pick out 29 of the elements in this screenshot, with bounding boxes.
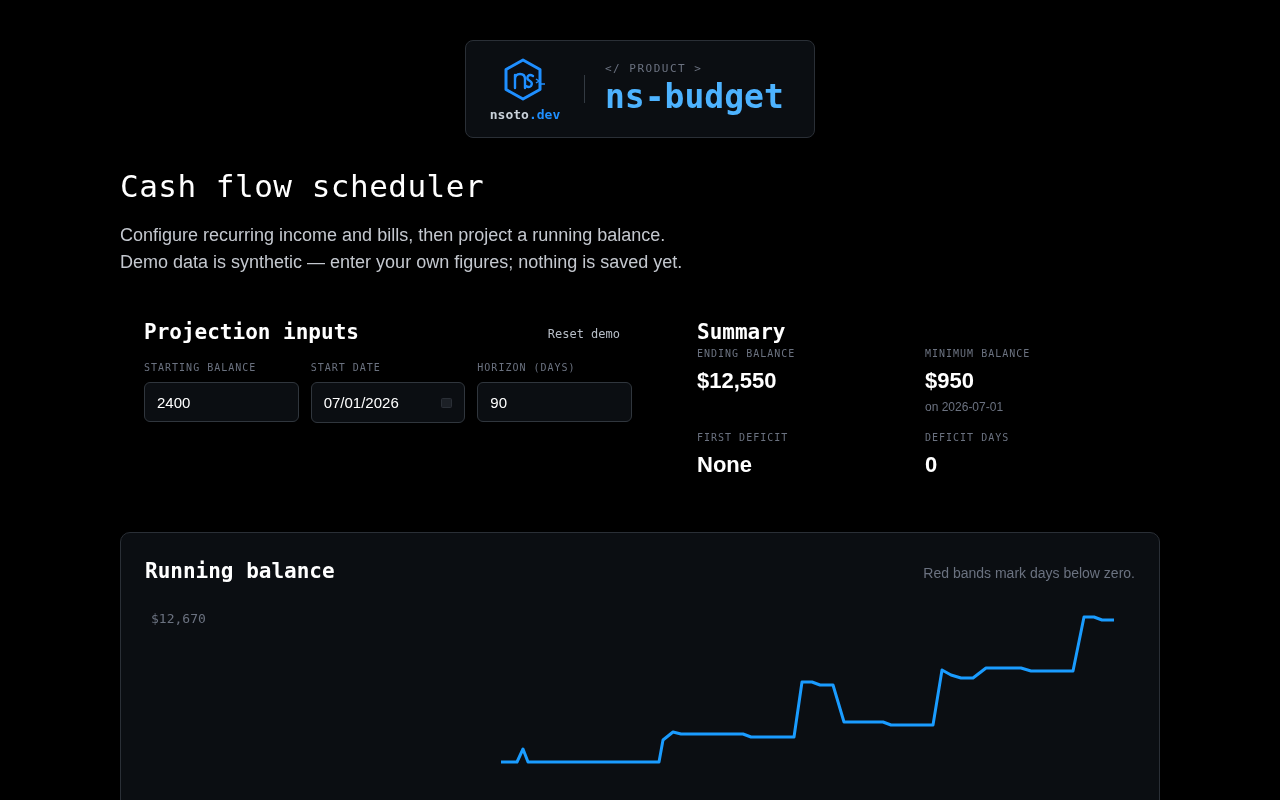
field-label: HORIZON (DAYS) <box>477 362 577 373</box>
stat-value: $12,550 <box>697 368 778 394</box>
section-title: Projection inputs <box>144 320 359 344</box>
field-label: STARTING BALANCE <box>144 362 258 373</box>
page-title: Cash flow scheduler <box>120 168 486 204</box>
stat-label: MINIMUM BALANCE <box>925 348 1032 359</box>
reset-demo-button[interactable]: Reset demo <box>535 323 632 341</box>
date-field[interactable]: 07/01/2026 <box>310 382 466 423</box>
chart-title: Running balance <box>145 559 335 583</box>
stat-label: DEFICIT DAYS <box>925 432 1011 443</box>
description-line: Configure recurring income and bills, then project a running balance. <box>120 224 667 247</box>
stat-label: ENDING BALANCE <box>697 348 797 359</box>
field-label: START DATE <box>310 362 382 373</box>
axis-label: $12,670 <box>151 611 206 626</box>
section-title: Summary <box>697 320 787 344</box>
hexagon-logo-icon <box>503 56 547 103</box>
chart-hint: Red bands mark days below zero. <box>923 565 1135 581</box>
description-line: Demo data is synthetic — enter your own figures; nothing is saved yet. <box>120 251 684 274</box>
site-name: nsoto.dev <box>489 106 561 122</box>
calendar-icon <box>441 397 453 408</box>
stat-label: FIRST DEFICIT <box>697 432 790 443</box>
stat-value: $950 <box>925 368 975 394</box>
input-field[interactable]: 90 <box>477 382 632 422</box>
input-field[interactable]: 2400 <box>144 382 299 422</box>
stat-value: 0 <box>925 452 939 478</box>
product-name: ns-budget <box>605 77 784 116</box>
stat-value: None <box>697 452 753 478</box>
stat-note: on 2026-07-01 <box>925 400 1005 414</box>
product-eyebrow: </ PRODUCT > <box>605 62 704 75</box>
